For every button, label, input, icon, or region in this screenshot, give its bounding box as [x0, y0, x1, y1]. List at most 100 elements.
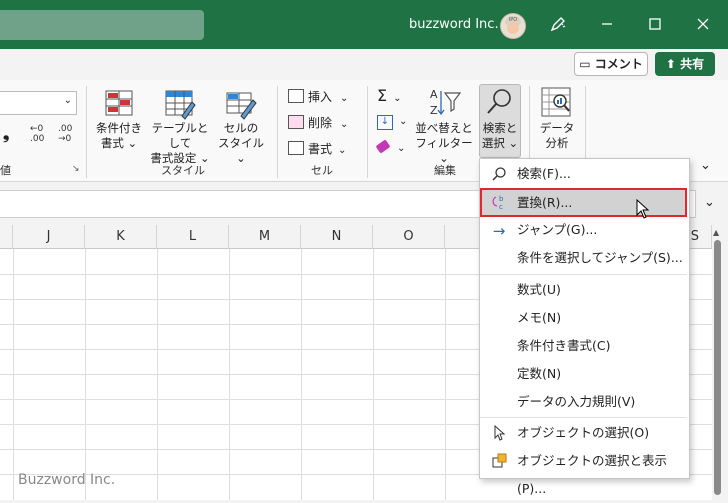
number-format-dropdown[interactable]: ⌄	[0, 91, 77, 115]
column-header-j[interactable]: J	[13, 225, 85, 249]
menu-item-notes[interactable]: メモ(N)	[480, 304, 687, 332]
conditional-format-icon	[104, 88, 134, 121]
menu-item-find[interactable]: 検索(F)...	[480, 160, 687, 188]
group-separator	[367, 86, 368, 178]
insert-icon	[288, 89, 304, 103]
delete-label: 削除	[308, 116, 333, 130]
menu-item-constants[interactable]: 定数(N)	[480, 360, 687, 388]
decrease-decimal-button[interactable]: .00 →0	[58, 124, 72, 144]
avatar-face	[507, 22, 519, 34]
column-header-m[interactable]: M	[229, 225, 301, 249]
chevron-down-icon: ⌄	[63, 95, 72, 106]
chevron-down-icon: ⌄	[399, 116, 408, 127]
table-format-label-1: テーブルとして	[151, 121, 209, 150]
menu-item-label: メモ(N)	[517, 310, 562, 325]
column-header[interactable]	[0, 225, 13, 249]
format-button[interactable]: 書式 ⌄	[288, 140, 346, 157]
avatar[interactable]: IPO	[500, 13, 526, 39]
menu-item-label: 検索(F)...	[517, 166, 571, 181]
autosum-button[interactable]: Σ ⌄	[377, 86, 402, 105]
selection-pane-icon	[490, 453, 508, 471]
svg-text:b: b	[499, 195, 504, 203]
number-group-label: 値	[0, 164, 11, 177]
delete-button[interactable]: 削除 ⌄	[288, 114, 348, 131]
chevron-down-icon: ⌄	[393, 93, 402, 104]
menu-item-label: ジャンプ(G)...	[517, 222, 598, 237]
styles-group-label: スタイル	[161, 164, 205, 177]
group-separator	[86, 86, 87, 178]
menu-item-replace[interactable]: bc 置換(R)...	[480, 188, 687, 217]
analyze-label-2: 分析	[545, 136, 569, 150]
table-format-button[interactable]: テーブルとして 書式設定 ⌄	[146, 121, 214, 166]
chevron-down-icon: ⌄	[397, 143, 406, 154]
menu-separator	[480, 417, 687, 418]
comment-icon: ▭	[579, 57, 595, 71]
menu-item-label: 置換(R)...	[517, 195, 573, 210]
analyze-data-icon	[540, 86, 572, 121]
svg-text:Z: Z	[430, 104, 438, 117]
table-format-icon	[164, 88, 196, 123]
clear-button[interactable]: ⌄	[375, 139, 406, 154]
watermark: Buzzword Inc.	[18, 472, 116, 488]
scroll-up-icon[interactable]: ▲	[713, 228, 719, 237]
menu-item-select-objects[interactable]: オブジェクトの選択(O)	[480, 419, 687, 447]
column-header-o[interactable]: O	[373, 225, 445, 249]
svg-text:c: c	[499, 203, 503, 210]
fill-down-icon: ↓	[377, 115, 393, 130]
search-icon	[490, 166, 508, 184]
menu-item-formulas[interactable]: 数式(U)	[480, 276, 687, 304]
conditional-format-label-1: 条件付き	[96, 121, 142, 135]
column-header-n[interactable]: N	[301, 225, 373, 249]
menu-item-goto[interactable]: → ジャンプ(G)...	[480, 216, 687, 244]
cell-style-label-1: セルの	[223, 121, 259, 135]
comment-button[interactable]: ▭ コメント	[574, 52, 648, 76]
arrow-right-icon: →	[492, 222, 506, 240]
fill-button[interactable]: ↓ ⌄	[377, 113, 407, 130]
menu-item-selection-pane[interactable]: オブジェクトの選択と表示(P)...	[480, 447, 687, 496]
scrollbar-thumb[interactable]	[714, 240, 721, 495]
format-label: 書式	[308, 142, 333, 156]
conditional-format-label-2: 書式 ⌄	[100, 136, 138, 150]
pointer-icon	[490, 424, 508, 443]
group-separator	[277, 86, 278, 178]
collapse-ribbon-icon[interactable]: ⌄	[700, 158, 711, 173]
share-button[interactable]: ⬆ 共有	[655, 52, 715, 76]
analyze-data-button[interactable]: データ 分析	[535, 121, 579, 151]
menu-item-label: 条件付き書式(C)	[517, 338, 611, 353]
cell-style-button[interactable]: セルの スタイル ⌄	[213, 121, 269, 166]
share-label: 共有	[680, 57, 705, 71]
mouse-pointer-icon	[636, 198, 650, 222]
chevron-down-icon: ⌄	[338, 145, 347, 156]
chevron-down-icon: ⌄	[340, 119, 349, 130]
find-select-label-1: 検索と	[482, 121, 518, 135]
delete-icon	[288, 115, 304, 129]
minimize-icon[interactable]	[595, 12, 619, 36]
sort-filter-button[interactable]: 並べ替えと フィルター ⌄	[414, 121, 474, 166]
menu-item-label: オブジェクトの選択(O)	[517, 425, 650, 440]
expand-formula-icon[interactable]: ⌄	[704, 195, 715, 210]
cells-group-label: セル	[311, 164, 333, 177]
dialog-launcher-icon[interactable]: ↘	[72, 164, 80, 174]
conditional-format-button[interactable]: 条件付き 書式 ⌄	[92, 121, 146, 151]
menu-item-data-validation[interactable]: データの入力規則(V)	[480, 388, 687, 416]
cell-style-label-2: スタイル ⌄	[218, 136, 264, 165]
menu-item-conditional-formatting[interactable]: 条件付き書式(C)	[480, 332, 687, 360]
title-search-box[interactable]	[0, 10, 204, 40]
insert-button[interactable]: 挿入 ⌄	[288, 88, 348, 105]
menu-item-goto-special[interactable]: 条件を選択してジャンプ(S)...	[480, 244, 687, 272]
maximize-icon[interactable]	[643, 12, 667, 36]
menu-item-label: 条件を選択してジャンプ(S)...	[517, 250, 683, 265]
close-icon[interactable]	[691, 12, 715, 36]
increase-decimal-button[interactable]: ←0 .00	[30, 124, 44, 144]
sort-filter-label-1: 並べ替えと	[415, 121, 473, 135]
menu-item-label: 定数(N)	[517, 366, 562, 381]
column-header-k[interactable]: K	[85, 225, 157, 249]
pen-icon[interactable]	[546, 12, 570, 36]
insert-label: 挿入	[308, 90, 333, 104]
find-select-label-2: 選択 ⌄	[481, 136, 519, 150]
menu-separator	[480, 274, 687, 275]
comma-style-button[interactable]: ❟	[3, 124, 9, 144]
share-icon: ⬆	[665, 57, 681, 71]
column-header-l[interactable]: L	[157, 225, 229, 249]
find-select-label: 検索と 選択 ⌄	[479, 121, 521, 151]
